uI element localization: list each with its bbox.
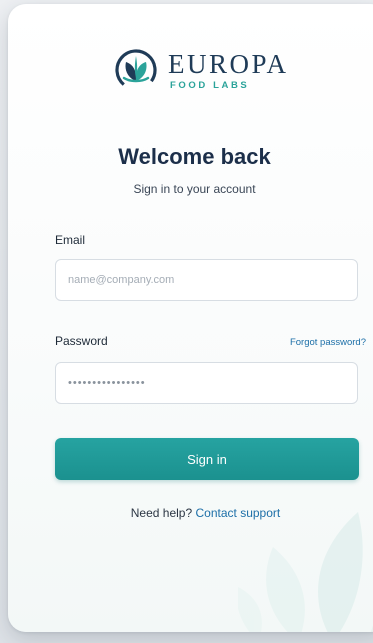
leaf-globe-icon bbox=[115, 49, 157, 91]
password-field[interactable] bbox=[55, 362, 358, 404]
password-label: Password bbox=[55, 334, 108, 348]
help-text: Need help? Contact support bbox=[8, 506, 373, 520]
brand-text: EUROPA FOOD LABS bbox=[168, 50, 289, 91]
sign-in-button[interactable]: Sign in bbox=[55, 438, 359, 480]
login-screen: EUROPA FOOD LABS Welcome back Sign in to… bbox=[0, 0, 373, 643]
brand-lockup: EUROPA FOOD LABS bbox=[114, 48, 289, 92]
help-prompt: Need help? bbox=[130, 506, 193, 520]
page-title: Welcome back bbox=[118, 144, 271, 169]
contact-support-link[interactable]: Contact support bbox=[196, 506, 281, 520]
login-card: EUROPA FOOD LABS Welcome back Sign in to… bbox=[8, 4, 373, 632]
email-field[interactable] bbox=[55, 259, 358, 301]
page-subtitle: Sign in to your account bbox=[133, 182, 256, 196]
email-label: Email bbox=[55, 233, 86, 247]
brand-name: EUROPA bbox=[168, 48, 289, 79]
forgot-password-link[interactable]: Forgot password? bbox=[290, 337, 366, 348]
brand-tagline: FOOD LABS bbox=[170, 79, 250, 91]
